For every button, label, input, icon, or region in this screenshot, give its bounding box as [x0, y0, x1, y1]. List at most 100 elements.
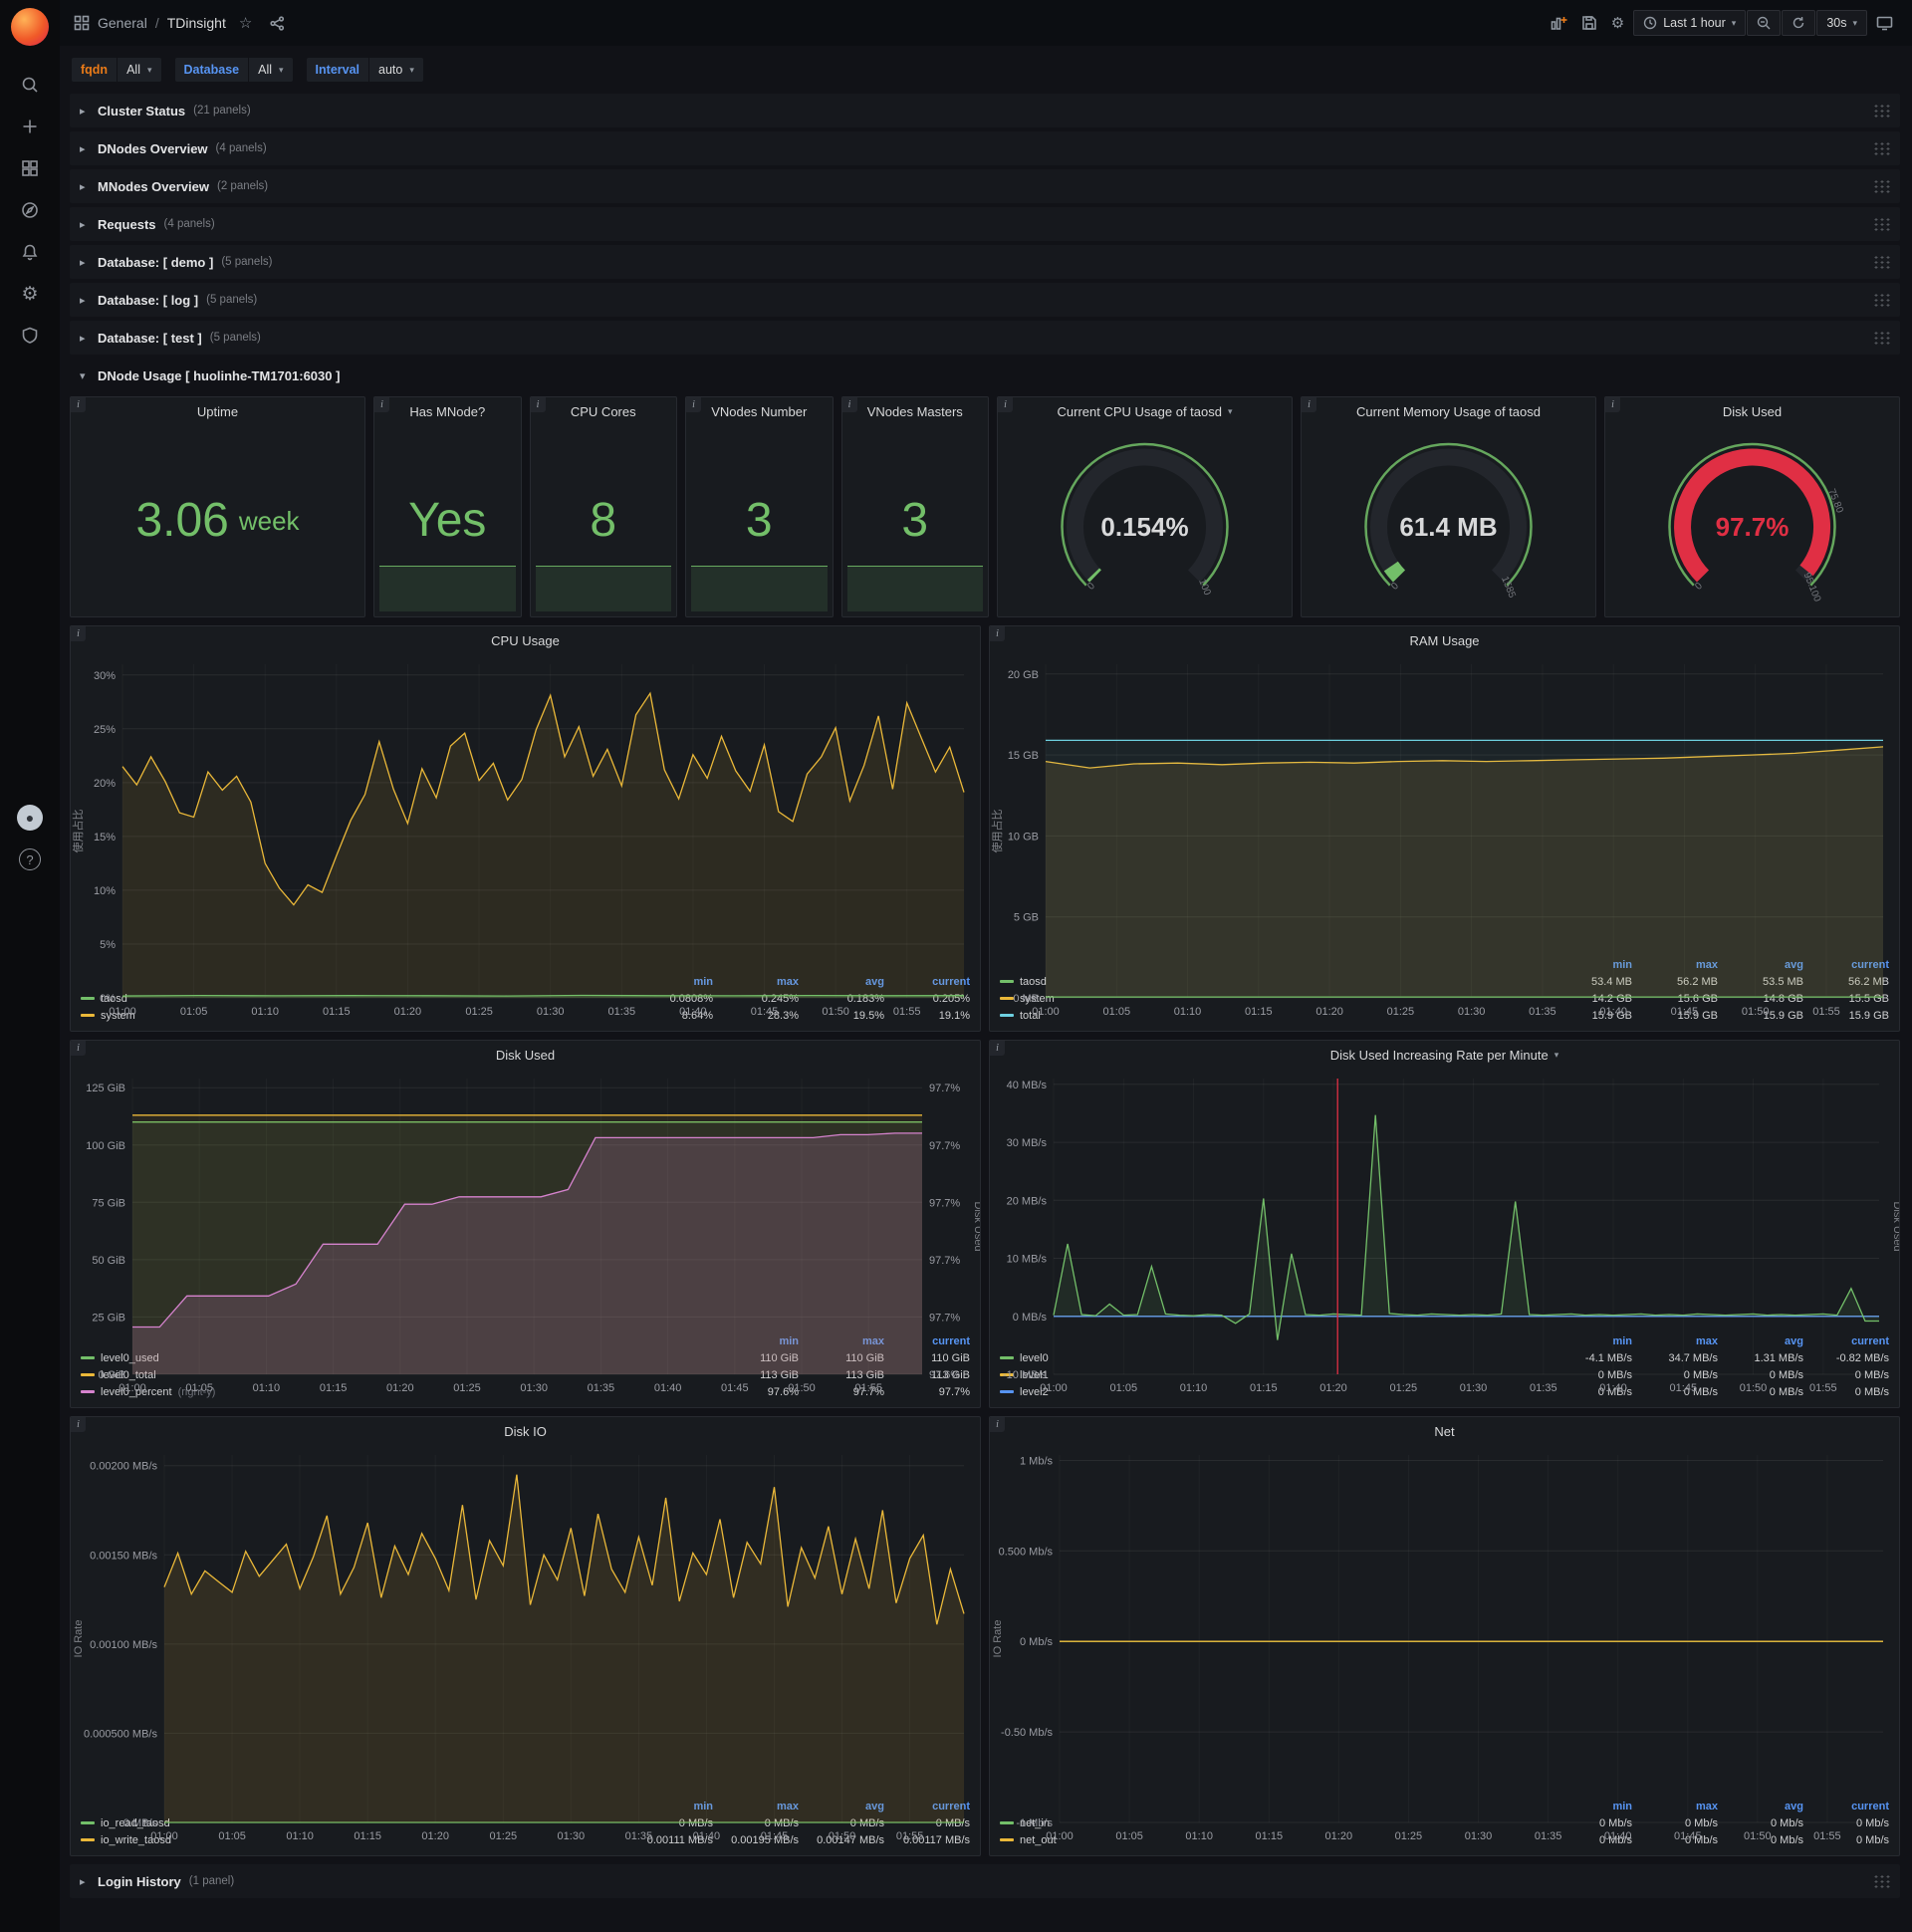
panel-info-icon[interactable]: i	[71, 626, 86, 641]
disk-io-chart[interactable]: 0 MB/s 0.000500 MB/s 0.00100 MB/s 0.00150 M…	[71, 1445, 980, 1842]
row-drag-handle[interactable]	[1873, 293, 1890, 307]
row-dnode-usage[interactable]: ▾ DNode Usage [ huolinhe-TM1701:6030 ]	[70, 359, 1900, 392]
panel-info-icon[interactable]: i	[990, 1041, 1005, 1056]
search-icon[interactable]	[0, 64, 60, 106]
svg-text:01:10: 01:10	[1180, 1382, 1208, 1394]
variable-interval-value[interactable]: auto ▾	[369, 58, 423, 82]
panel-title[interactable]: Current CPU Usage of taosd ▾	[998, 397, 1292, 425]
row-requests[interactable]: ▸ Requests (4 panels)	[70, 207, 1900, 241]
svg-text:01:45: 01:45	[1671, 1006, 1699, 1018]
row-cluster-status[interactable]: ▸ Cluster Status (21 panels)	[70, 94, 1900, 127]
svg-text:01:10: 01:10	[286, 1830, 314, 1842]
top-navbar: General / TDinsight ☆ ⚙ Last 1 hour ▾ 30…	[60, 0, 1912, 46]
svg-text:0.500 Mb/s: 0.500 Mb/s	[999, 1546, 1054, 1558]
user-avatar[interactable]: ●	[0, 797, 60, 839]
panel-info-icon[interactable]: i	[841, 397, 857, 412]
breadcrumb-title[interactable]: TDinsight	[167, 15, 226, 31]
panel-title[interactable]: Disk Used Increasing Rate per Minute ▾	[990, 1041, 1899, 1069]
row-drag-handle[interactable]	[1873, 255, 1890, 269]
svg-text:01:25: 01:25	[453, 1382, 481, 1394]
explore-compass-icon[interactable]	[0, 189, 60, 231]
row-database-test[interactable]: ▸ Database: [ test ] (5 panels)	[70, 321, 1900, 355]
panel-info-icon[interactable]: i	[1302, 397, 1316, 412]
panel-info-icon[interactable]: i	[71, 397, 86, 412]
panel-title[interactable]: CPU Cores	[531, 397, 677, 425]
svg-text:使用占比: 使用占比	[990, 810, 1004, 853]
svg-text:01:00: 01:00	[150, 1830, 178, 1842]
cpu-usage-gauge[interactable]: 0 100 0.154%	[998, 425, 1292, 616]
dashboards-grid-icon[interactable]	[0, 147, 60, 189]
breadcrumb-separator: /	[154, 15, 159, 31]
ram-usage-chart[interactable]: 0 MB 5 GB 10 GB 15 GB 20 GB 01:00 01:05 01:10 01…	[990, 654, 1899, 1018]
breadcrumb-folder[interactable]: General	[98, 15, 147, 31]
row-database-log[interactable]: ▸ Database: [ log ] (5 panels)	[70, 283, 1900, 317]
panel-title[interactable]: RAM Usage	[990, 626, 1899, 654]
svg-text:-10 MB/s: -10 MB/s	[1003, 1369, 1048, 1381]
panel-info-icon[interactable]: i	[990, 626, 1005, 641]
row-drag-handle[interactable]	[1873, 217, 1890, 231]
svg-text:01:30: 01:30	[1458, 1006, 1486, 1018]
svg-text:15%: 15%	[94, 832, 116, 844]
variable-database-value[interactable]: All ▾	[249, 58, 293, 82]
svg-text:01:50: 01:50	[788, 1382, 816, 1394]
panel-info-icon[interactable]: i	[71, 1417, 86, 1432]
panel-info-icon[interactable]: i	[1605, 397, 1620, 412]
panel-info-icon[interactable]: i	[686, 397, 701, 412]
panel-title[interactable]: Uptime	[71, 397, 364, 425]
alerting-bell-icon[interactable]	[0, 231, 60, 273]
row-database-demo[interactable]: ▸ Database: [ demo ] (5 panels)	[70, 245, 1900, 279]
panel-title[interactable]: VNodes Number	[686, 397, 833, 425]
save-dashboard-icon[interactable]	[1576, 11, 1602, 35]
add-panel-icon[interactable]	[1546, 11, 1572, 36]
row-mnodes-overview[interactable]: ▸ MNodes Overview (2 panels)	[70, 169, 1900, 203]
panel-info-icon[interactable]: i	[374, 397, 389, 412]
panel-title[interactable]: VNodes Masters	[842, 397, 989, 425]
svg-text:01:05: 01:05	[1103, 1006, 1131, 1018]
panel-info-icon[interactable]: i	[71, 1041, 86, 1056]
panel-title[interactable]: Disk Used	[1605, 397, 1899, 425]
row-drag-handle[interactable]	[1873, 179, 1890, 193]
panel-title[interactable]: Disk IO	[71, 1417, 980, 1445]
disk-used-gauge[interactable]: 0 95.100 75.80 97.7%	[1605, 425, 1899, 616]
panel-cpu-cores: i CPU Cores 8	[529, 396, 677, 617]
svg-text:01:00: 01:00	[119, 1382, 146, 1394]
zoom-out-icon[interactable]	[1747, 10, 1782, 36]
row-drag-handle[interactable]	[1873, 1874, 1890, 1888]
panel-title[interactable]: Net	[990, 1417, 1899, 1445]
memory-usage-gauge[interactable]: 0 1585 61.4 MB	[1302, 425, 1595, 616]
cpu-usage-chart[interactable]: 0% 5% 10% 15% 20% 25% 30% 01:00 01:05 01:10 01:15 0…	[71, 654, 980, 1018]
row-drag-handle[interactable]	[1873, 331, 1890, 345]
chevron-down-icon: ▾	[1731, 17, 1737, 28]
svg-text:01:25: 01:25	[1387, 1006, 1415, 1018]
panel-info-icon[interactable]: i	[530, 397, 546, 412]
variable-fqdn-value[interactable]: All ▾	[118, 58, 161, 82]
disk-rate-chart[interactable]: -10 MB/s 0 MB/s 10 MB/s 20 MB/s 30 MB/s 40 MB…	[990, 1069, 1899, 1394]
disk-used-chart[interactable]: 0 GiB 97.6% 25 GiB 97.7% 50 GiB 97.7% 75 GiB 97…	[71, 1069, 980, 1394]
row-dnodes-overview[interactable]: ▸ DNodes Overview (4 panels)	[70, 131, 1900, 165]
panel-info-icon[interactable]: i	[998, 397, 1013, 412]
row-drag-handle[interactable]	[1873, 141, 1890, 155]
time-range-picker[interactable]: Last 1 hour ▾	[1633, 10, 1747, 36]
help-icon[interactable]: ?	[0, 839, 60, 880]
create-plus-icon[interactable]	[0, 106, 60, 147]
refresh-icon[interactable]	[1782, 10, 1816, 36]
svg-text:0.00100 MB/s: 0.00100 MB/s	[90, 1639, 157, 1651]
grafana-logo-icon[interactable]	[11, 8, 49, 46]
svg-text:01:35: 01:35	[1535, 1830, 1562, 1842]
row-login-history[interactable]: ▸ Login History (1 panel)	[70, 1864, 1900, 1898]
configuration-gear-icon[interactable]: ⚙	[0, 273, 60, 315]
panel-title[interactable]: Has MNode?	[374, 397, 521, 425]
share-icon[interactable]	[265, 12, 290, 35]
row-drag-handle[interactable]	[1873, 104, 1890, 118]
panel-title[interactable]: CPU Usage	[71, 626, 980, 654]
dashboard-settings-icon[interactable]: ⚙	[1606, 10, 1629, 36]
star-icon[interactable]: ☆	[234, 10, 257, 36]
server-admin-shield-icon[interactable]	[0, 315, 60, 357]
svg-text:01:15: 01:15	[320, 1382, 348, 1394]
panel-title[interactable]: Current Memory Usage of taosd	[1302, 397, 1595, 425]
panel-title[interactable]: Disk Used	[71, 1041, 980, 1069]
net-chart[interactable]: -1 Mb/s -0.50 Mb/s 0 Mb/s 0.500 Mb/s 1 Mb/s 0…	[990, 1445, 1899, 1842]
refresh-interval-select[interactable]: 30s ▾	[1816, 10, 1867, 36]
panel-info-icon[interactable]: i	[990, 1417, 1005, 1432]
tv-mode-icon[interactable]	[1871, 12, 1898, 35]
